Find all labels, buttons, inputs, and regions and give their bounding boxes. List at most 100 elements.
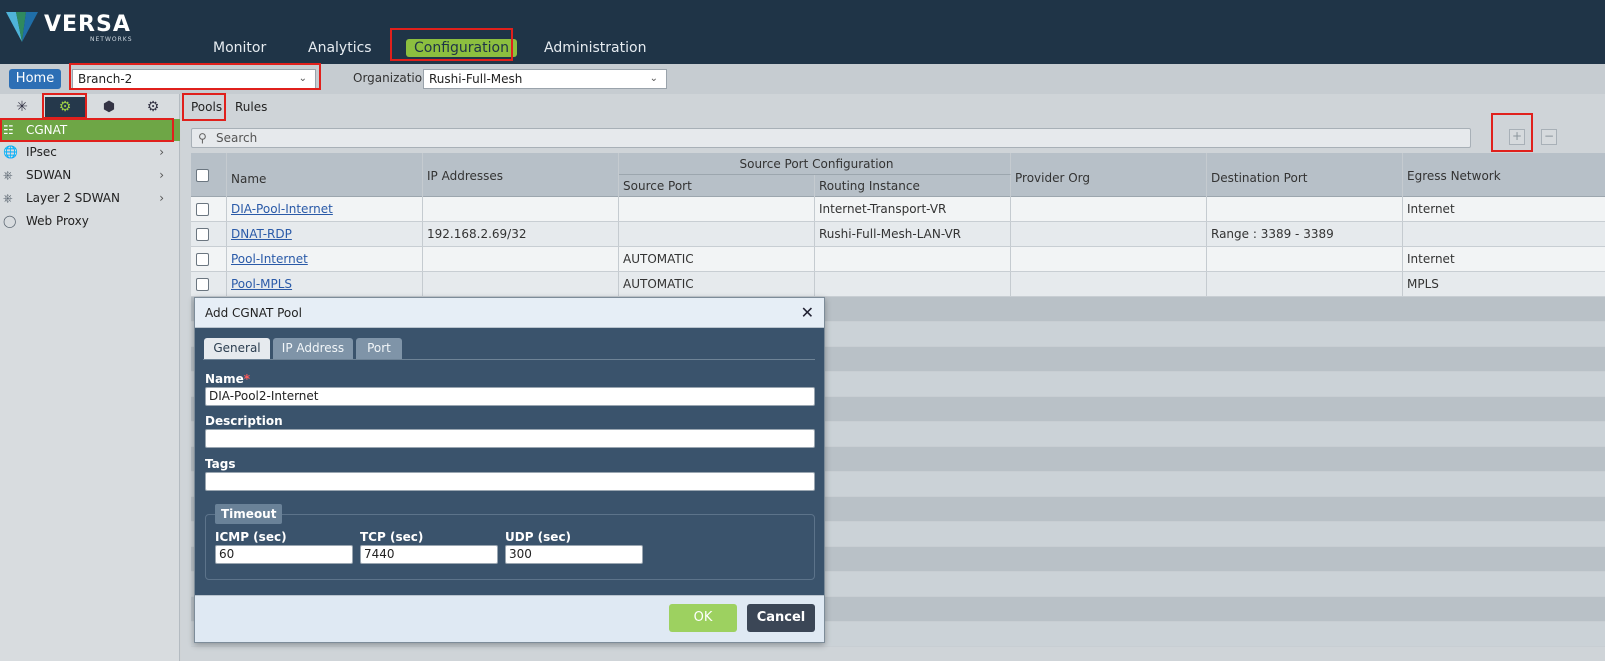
pool-name-link[interactable]: DNAT-RDP — [231, 227, 292, 241]
ok-button[interactable]: OK — [669, 604, 737, 632]
brand-name: VERSA — [44, 12, 131, 37]
timeout-legend: Timeout — [215, 504, 283, 524]
col-egress-network[interactable]: Egress Network — [1403, 153, 1605, 197]
row-checkbox[interactable] — [196, 253, 209, 266]
select-all-checkbox[interactable] — [196, 169, 209, 182]
chevron-right-icon[interactable]: › — [159, 187, 164, 209]
col-source-port[interactable]: Source Port — [619, 175, 815, 197]
description-field[interactable] — [205, 429, 815, 448]
search-icon: ⚲ — [198, 131, 207, 145]
tab-rules[interactable]: Rules — [235, 100, 267, 114]
col-ip-addresses[interactable]: IP Addresses — [423, 153, 619, 197]
tcp-field[interactable]: 7440 — [360, 545, 498, 564]
egress-cell — [1403, 222, 1605, 246]
close-icon[interactable]: ✕ — [801, 303, 814, 322]
col-destination-port[interactable]: Destination Port — [1207, 153, 1403, 197]
pool-name-link[interactable]: Pool-Internet — [231, 252, 308, 266]
table-row[interactable]: DIA-Pool-Internet Internet-Transport-VR … — [191, 197, 1605, 222]
tree-item-sdwan[interactable]: ⎈ SDWAN › — [0, 164, 180, 186]
tags-field[interactable] — [205, 472, 815, 491]
gear-icon[interactable]: ⚙ — [45, 97, 85, 117]
appliance-value: Branch-2 — [78, 72, 133, 86]
col-provider-org[interactable]: Provider Org — [1011, 153, 1207, 197]
settings-shield-icon[interactable]: ⚙ — [133, 97, 173, 117]
globe-icon: ◯ — [3, 214, 17, 228]
nav-analytics[interactable]: Analytics — [308, 40, 372, 56]
search-input[interactable]: ⚲ Search — [191, 128, 1471, 148]
source-port-cell — [619, 222, 815, 246]
nav-monitor[interactable]: Monitor — [213, 40, 266, 56]
ip-cell — [423, 247, 619, 271]
branch-icon: ⎈ — [3, 191, 13, 205]
tags-label: Tags — [205, 457, 236, 471]
appliance-select[interactable]: Branch-2 ⌄ — [72, 69, 316, 89]
tree-item-web-proxy[interactable]: ◯ Web Proxy — [0, 210, 180, 232]
network-icon[interactable]: ✳ — [2, 97, 42, 117]
provider-org-cell — [1011, 222, 1207, 246]
egress-cell: Internet — [1407, 202, 1455, 216]
tree-item-cgnat[interactable]: ☷ CGNAT — [0, 119, 180, 141]
cancel-button[interactable]: Cancel — [747, 604, 815, 632]
icmp-label: ICMP (sec) — [215, 530, 287, 544]
udp-label: UDP (sec) — [505, 530, 572, 544]
source-port-cell: AUTOMATIC — [619, 247, 815, 271]
row-checkbox[interactable] — [196, 278, 209, 291]
description-label: Description — [205, 414, 283, 428]
nav-configuration[interactable]: Configuration — [406, 39, 517, 57]
tab-ip-address[interactable]: IP Address — [273, 338, 353, 359]
versa-logo[interactable]: VERSA NETWORKS — [4, 6, 144, 46]
top-header: VERSA NETWORKS Monitor Analytics Configu… — [0, 0, 1605, 64]
chevron-right-icon[interactable]: › — [159, 141, 164, 163]
home-button[interactable]: Home — [9, 69, 61, 89]
pool-name-link[interactable]: DIA-Pool-Internet — [231, 202, 333, 216]
tab-port[interactable]: Port — [356, 338, 402, 359]
row-checkbox[interactable] — [196, 203, 209, 216]
col-routing-instance[interactable]: Routing Instance — [815, 175, 1011, 197]
add-button[interactable]: + — [1509, 129, 1525, 145]
provider-org-cell — [1011, 247, 1207, 271]
chevron-right-icon[interactable]: › — [159, 164, 164, 186]
organization-select[interactable]: Rushi-Full-Mesh ⌄ — [423, 69, 667, 89]
routing-instance-cell: Internet-Transport-VR — [815, 197, 1011, 221]
provider-org-cell — [1011, 272, 1207, 296]
source-port-cell: AUTOMATIC — [619, 272, 815, 296]
cube-icon[interactable]: ⬢ — [89, 97, 129, 117]
tree-item-ipsec[interactable]: 🌐 IPsec › — [0, 141, 180, 163]
tree-item-label: Web Proxy — [26, 214, 89, 228]
organization-label: Organization: — [353, 71, 434, 85]
context-bar: Home Branch-2 ⌄ Organization: Rushi-Full… — [0, 64, 1605, 94]
row-checkbox[interactable] — [196, 228, 209, 241]
left-panel: ✳ ⚙ ⬢ ⚙ ☷ CGNAT 🌐 IPsec › ⎈ SDWAN › ⎈ La… — [0, 94, 180, 661]
dest-port-cell — [1207, 197, 1403, 221]
ip-cell — [423, 197, 619, 221]
tab-divider — [203, 359, 815, 360]
chevron-down-icon: ⌄ — [649, 73, 658, 84]
select-all-cell — [191, 153, 227, 197]
pool-name-link[interactable]: Pool-MPLS — [231, 277, 292, 291]
dialog-title: Add CGNAT Pool — [205, 306, 302, 320]
dialog-footer: OK Cancel — [195, 595, 824, 642]
table-row[interactable]: DNAT-RDP 192.168.2.69/32 Rushi-Full-Mesh… — [191, 222, 1605, 247]
tab-pools[interactable]: Pools — [191, 100, 222, 114]
add-cgnat-pool-dialog: Add CGNAT Pool ✕ General IP Address Port… — [194, 297, 825, 643]
remove-button[interactable]: − — [1541, 129, 1557, 145]
name-field[interactable]: DIA-Pool2-Internet — [205, 387, 815, 406]
left-panel-tabs: ✳ ⚙ ⬢ ⚙ — [0, 94, 180, 120]
tab-general[interactable]: General — [204, 338, 270, 359]
tcp-label: TCP (sec) — [360, 530, 424, 544]
tree-item-layer2-sdwan[interactable]: ⎈ Layer 2 SDWAN › — [0, 187, 180, 209]
provider-org-cell — [1011, 197, 1207, 221]
nav-administration[interactable]: Administration — [544, 40, 646, 56]
branch-icon: ⎈ — [3, 168, 13, 182]
dialog-header: Add CGNAT Pool ✕ — [195, 298, 824, 328]
col-name[interactable]: Name — [227, 153, 423, 197]
table-row[interactable]: Pool-Internet AUTOMATIC Internet — [191, 247, 1605, 272]
tree-item-label: IPsec — [26, 145, 57, 159]
table-row[interactable]: Pool-MPLS AUTOMATIC MPLS — [191, 272, 1605, 297]
col-group-source-port: Source Port Configuration — [619, 153, 1011, 175]
tree-item-label: CGNAT — [26, 123, 68, 137]
udp-field[interactable]: 300 — [505, 545, 643, 564]
icmp-field[interactable]: 60 — [215, 545, 353, 564]
source-port-cell — [619, 197, 815, 221]
tree-item-label: SDWAN — [26, 168, 72, 182]
